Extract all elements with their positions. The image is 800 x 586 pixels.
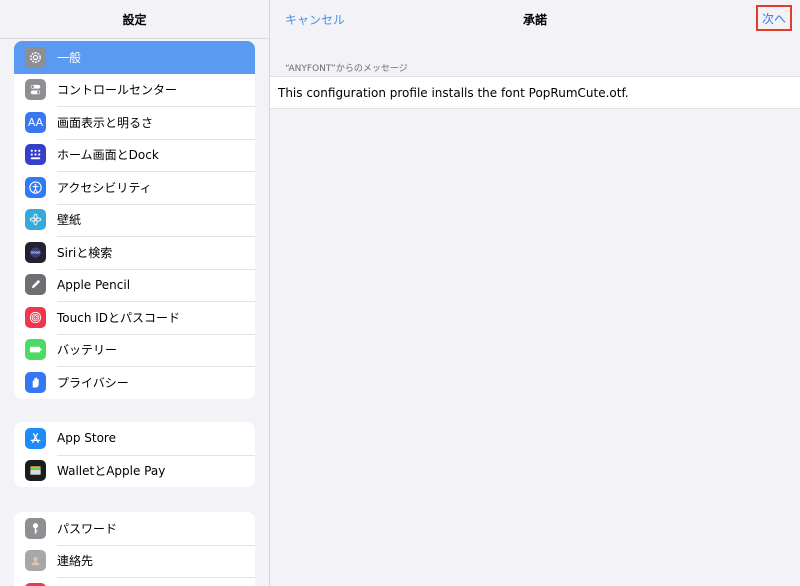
sidebar-item-label: コントロールセンター — [57, 83, 178, 98]
sidebar-item-label: Apple Pencil — [57, 277, 131, 292]
accessibility-icon — [25, 176, 46, 198]
sidebar-item-accessibility[interactable]: アクセシビリティ — [14, 171, 255, 204]
settings-group-main: 一般 コントロールセンター AA 画面表示と明るさ ホーム画面とDock アクセ… — [14, 41, 255, 399]
sidebar-item-label: 連絡先 — [57, 554, 94, 569]
battery-icon — [25, 339, 46, 361]
sidebar-item-touch-id-passcode[interactable]: Touch IDとパスコード — [14, 301, 255, 334]
hand-icon — [25, 371, 46, 393]
sidebar-item-label: App Store — [57, 431, 116, 446]
wallet-icon — [25, 460, 46, 482]
fingerprint-icon — [25, 306, 46, 328]
sidebar-item-label: 一般 — [57, 50, 82, 65]
sidebar-item-apple-pencil[interactable]: Apple Pencil — [14, 268, 255, 302]
sidebar-item-passwords[interactable]: パスワード — [14, 512, 255, 545]
home-grid-icon — [25, 144, 46, 166]
gear-icon — [25, 46, 46, 68]
pencil-icon — [25, 274, 46, 296]
sidebar-item-label: Siriと検索 — [57, 245, 113, 260]
message-caption: “ANYFONT”からのメッセージ — [285, 64, 408, 74]
sidebar-item-home-screen-dock[interactable]: ホーム画面とDock — [14, 138, 255, 172]
siri-icon — [25, 241, 46, 263]
sidebar-item-general[interactable]: 一般 — [14, 41, 255, 74]
sidebar-title: 設定 — [0, 0, 269, 39]
sidebar-item-app-store[interactable]: App Store — [14, 422, 255, 455]
sidebar-item-display-brightness[interactable]: AA 画面表示と明るさ — [14, 106, 255, 139]
sidebar-item-privacy[interactable]: プライバシー — [14, 366, 255, 399]
sidebar-item-label: 画面表示と明るさ — [57, 115, 154, 130]
sidebar-item-battery[interactable]: バッテリー — [14, 333, 255, 367]
profile-message: This configuration profile installs the … — [270, 76, 800, 109]
sidebar-item-label: プライバシー — [57, 375, 129, 390]
sidebar-item-label: 壁紙 — [57, 213, 82, 228]
sidebar-item-label: アクセシビリティ — [57, 180, 152, 195]
key-icon — [25, 517, 46, 539]
settings-group-store: App Store WalletとApple Pay — [14, 422, 255, 487]
sidebar-item-siri-search[interactable]: Siriと検索 — [14, 236, 255, 269]
toggle-icon — [25, 79, 46, 101]
app-store-icon — [25, 427, 46, 449]
text-size-icon: AA — [25, 111, 46, 133]
sidebar-item-calendar[interactable] — [14, 577, 255, 586]
settings-group-accounts: パスワード 連絡先 — [14, 512, 255, 586]
navigation-bar: キャンセル 承諾 次へ — [270, 0, 800, 38]
sidebar-item-label: WalletとApple Pay — [57, 464, 166, 479]
sidebar-item-wallpaper[interactable]: 壁紙 — [14, 203, 255, 237]
profile-message-text: This configuration profile installs the … — [278, 85, 629, 100]
settings-screen: 設定 一般 コントロールセンター AA 画面表示と明るさ ホーム画面とDock … — [0, 0, 800, 586]
sidebar-item-wallet-apple-pay[interactable]: WalletとApple Pay — [14, 454, 255, 488]
sidebar-item-label: ホーム画面とDock — [57, 148, 159, 163]
sidebar-item-contacts[interactable]: 連絡先 — [14, 544, 255, 578]
page-title: 承諾 — [522, 13, 547, 27]
flower-icon — [25, 209, 46, 231]
sidebar-item-label: Touch IDとパスコード — [57, 310, 181, 325]
consent-pane: キャンセル 承諾 次へ “ANYFONT”からのメッセージ This confi… — [270, 0, 800, 586]
next-button[interactable]: 次へ — [756, 5, 792, 31]
sidebar-item-label: バッテリー — [57, 343, 118, 358]
sidebar-item-label: パスワード — [57, 521, 118, 536]
settings-sidebar: 設定 一般 コントロールセンター AA 画面表示と明るさ ホーム画面とDock … — [0, 0, 270, 586]
contacts-icon — [25, 550, 46, 572]
sidebar-item-control-center[interactable]: コントロールセンター — [14, 74, 255, 107]
